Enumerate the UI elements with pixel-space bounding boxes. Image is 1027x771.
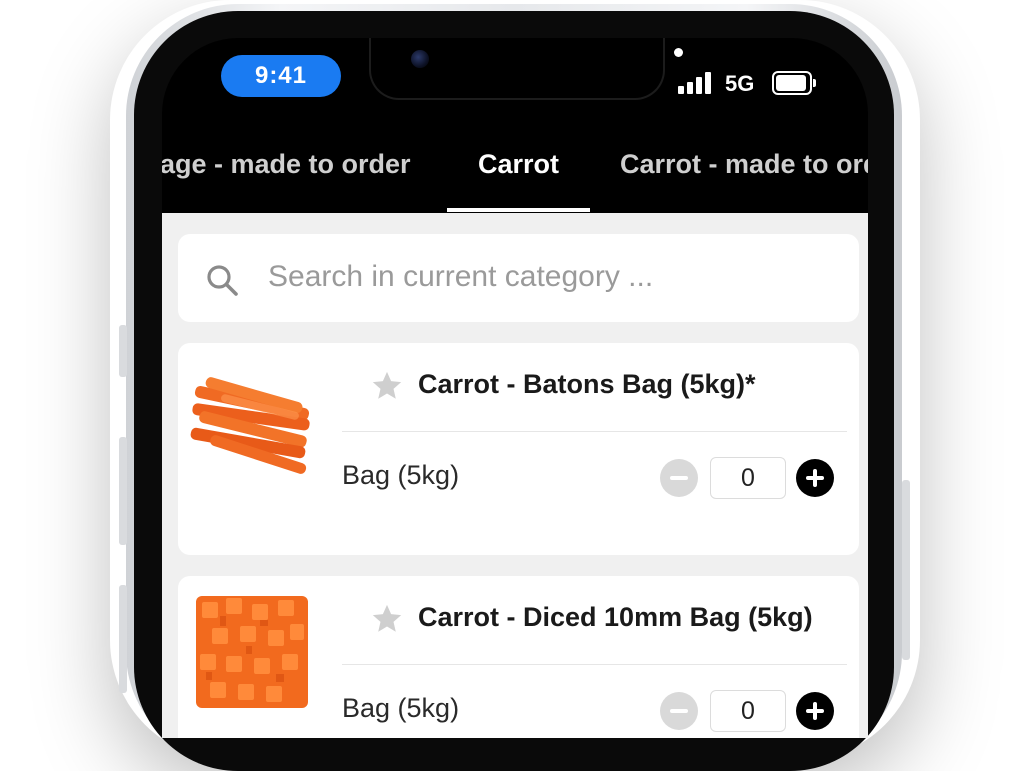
- increment-button[interactable]: [796, 692, 834, 730]
- active-tab-indicator: [447, 208, 590, 212]
- front-camera-icon: [411, 50, 429, 68]
- star-icon[interactable]: [370, 369, 404, 403]
- carrot-diced-image: [196, 596, 308, 708]
- divider: [342, 431, 847, 432]
- increment-button[interactable]: [796, 459, 834, 497]
- decrement-button[interactable]: [660, 459, 698, 497]
- signal-strength-icon: [678, 72, 716, 94]
- privacy-indicator-icon: [674, 48, 683, 57]
- product-title: Carrot - Batons Bag (5kg)*: [418, 369, 756, 399]
- search-bar[interactable]: [178, 234, 859, 322]
- product-list: Carrot - Batons Bag (5kg)* Bag (5kg): [162, 213, 868, 738]
- network-type: 5G: [725, 71, 755, 96]
- tab-previous-category[interactable]: age - made to order: [162, 149, 411, 180]
- volume-down-button: [119, 585, 127, 693]
- dynamic-notch: [369, 38, 665, 100]
- unit-label: Bag (5kg): [342, 460, 460, 490]
- category-tabs: age - made to order Carrot Carrot - made…: [162, 133, 868, 213]
- product-card[interactable]: Carrot - Diced 10mm Bag (5kg) Bag (5kg): [178, 576, 859, 738]
- search-input[interactable]: [266, 254, 830, 300]
- product-card[interactable]: Carrot - Batons Bag (5kg)* Bag (5kg): [178, 343, 859, 555]
- tab-carrot[interactable]: Carrot: [478, 149, 559, 180]
- phone-screen: 9:41 5G age - made to order Carrot Carro…: [162, 38, 868, 738]
- power-button: [902, 480, 910, 660]
- quantity-input[interactable]: [710, 690, 786, 732]
- divider: [342, 664, 847, 665]
- tab-carrot-made-to-order[interactable]: Carrot - made to order: [620, 149, 868, 180]
- side-button: [119, 325, 127, 377]
- star-icon[interactable]: [370, 602, 404, 636]
- status-time: 9:41: [221, 55, 341, 97]
- carrot-batons-image: [190, 377, 310, 474]
- search-icon[interactable]: [202, 260, 242, 300]
- unit-label: Bag (5kg): [342, 693, 460, 723]
- decrement-button[interactable]: [660, 692, 698, 730]
- quantity-input[interactable]: [710, 457, 786, 499]
- volume-up-button: [119, 437, 127, 545]
- product-title: Carrot - Diced 10mm Bag (5kg): [418, 602, 813, 632]
- battery-icon: [772, 71, 816, 95]
